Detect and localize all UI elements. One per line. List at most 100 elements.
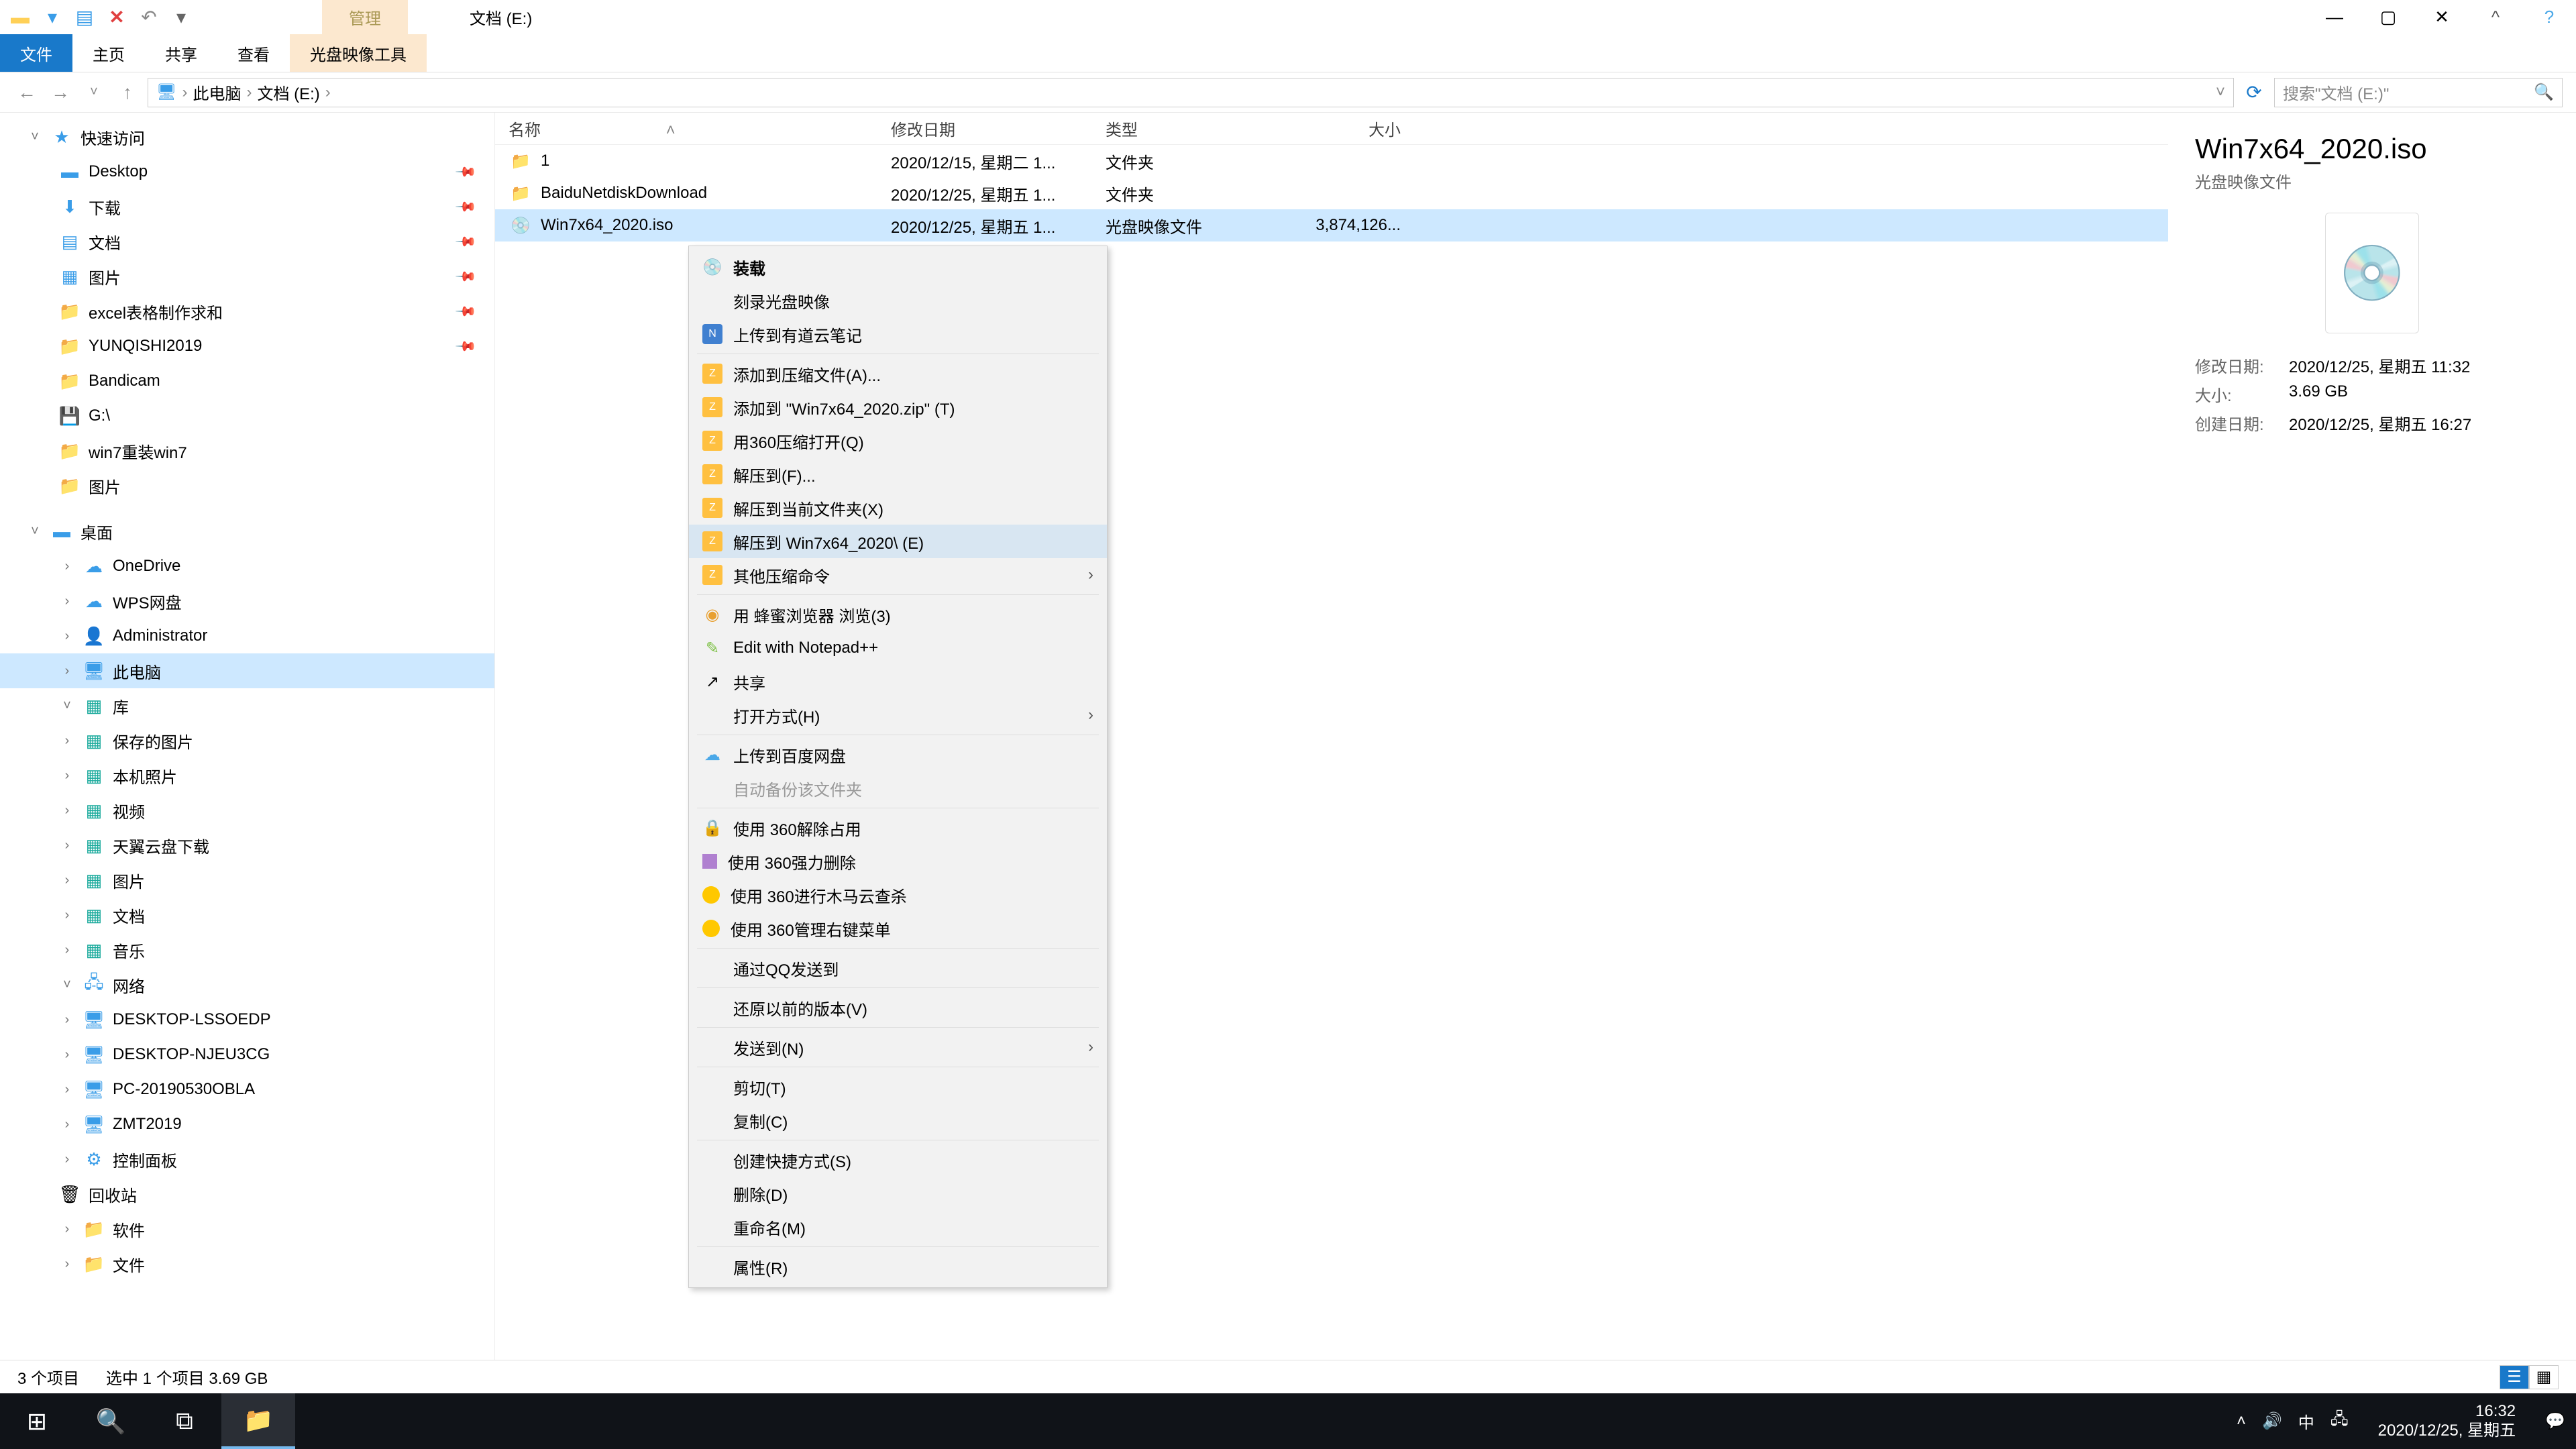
tree-bandicam[interactable]: 📁Bandicam [0,364,494,398]
column-date[interactable]: 修改日期 [891,117,1106,140]
clock[interactable]: 16:32 2020/12/25, 星期五 [2365,1402,2529,1441]
ribbon-tab-share[interactable]: 共享 [145,34,217,72]
menu-open-360zip[interactable]: Z用360压缩打开(Q) [689,424,1107,458]
tree-lib-pics[interactable]: ›▦图片 [0,863,494,898]
tree-win7reinstall[interactable]: 📁win7重装win7 [0,433,494,468]
menu-other-zip[interactable]: Z其他压缩命令› [689,558,1107,592]
tree-excel[interactable]: 📁excel表格制作求和📌 [0,294,494,329]
tree-gdrive[interactable]: 💾G:\ [0,398,494,433]
menu-extract-named[interactable]: Z解压到 Win7x64_2020\ (E) [689,525,1107,558]
tree-onedrive[interactable]: ›☁OneDrive [0,549,494,584]
menu-cut[interactable]: 剪切(T) [689,1070,1107,1104]
tree-pc1[interactable]: ›🖥DESKTOP-LSSOEDP [0,1002,494,1037]
qat-dropdown-icon[interactable]: ▾ [168,4,195,31]
ribbon-tab-home[interactable]: 主页 [72,34,145,72]
menu-shortcut[interactable]: 创建快捷方式(S) [689,1143,1107,1177]
ime-indicator[interactable]: 中 [2298,1409,2314,1433]
tree-desktop2[interactable]: ˅▬桌面 [0,514,494,549]
file-row[interactable]: 📁 1 2020/12/15, 星期二 1... 文件夹 [495,145,2168,177]
tree-videos[interactable]: ›▦视频 [0,793,494,828]
tree-admin[interactable]: ›👤Administrator [0,619,494,653]
chevron-right-icon[interactable]: › [246,83,252,102]
menu-360-trojan[interactable]: 使用 360进行木马云查杀 [689,878,1107,912]
menu-open-with[interactable]: 打开方式(H)› [689,698,1107,732]
tree-libraries[interactable]: ˅▦库 [0,688,494,723]
menu-browser[interactable]: ◉用 蜂蜜浏览器 浏览(3) [689,598,1107,631]
view-details-button[interactable]: ☰ [2500,1365,2529,1389]
recent-dropdown[interactable]: ˅ [80,79,107,106]
tree-recycle[interactable]: 🗑回收站 [0,1177,494,1212]
tree-tianyi[interactable]: ›▦天翼云盘下载 [0,828,494,863]
menu-delete[interactable]: 删除(D) [689,1177,1107,1210]
file-row[interactable]: 📁 BaiduNetdiskDownload 2020/12/25, 星期五 1… [495,177,2168,209]
column-size[interactable]: 大小 [1287,117,1401,140]
menu-baidu[interactable]: ☁上传到百度网盘 [689,738,1107,771]
menu-copy[interactable]: 复制(C) [689,1104,1107,1137]
tree-lib-music[interactable]: ›▦音乐 [0,932,494,967]
qat-delete-icon[interactable]: ✕ [103,4,130,31]
start-button[interactable]: ⊞ [0,1393,74,1449]
menu-360-manage-menu[interactable]: 使用 360管理右键菜单 [689,912,1107,945]
tree-yunqishi[interactable]: 📁YUNQISHI2019📌 [0,329,494,364]
tree-this-pc[interactable]: ›🖥此电脑 [0,653,494,688]
tree-camera-roll[interactable]: ›▦本机照片 [0,758,494,793]
tree-desktop[interactable]: ▬Desktop📌 [0,154,494,189]
tree-lib-docs[interactable]: ›▦文档 [0,898,494,932]
tree-software[interactable]: ›📁软件 [0,1212,494,1246]
menu-youdao[interactable]: N上传到有道云笔记 [689,317,1107,351]
menu-mount[interactable]: 💿装载 [689,250,1107,284]
chevron-right-icon[interactable]: › [325,83,331,102]
menu-notepad[interactable]: ✎Edit with Notepad++ [689,631,1107,665]
ribbon-toggle-icon[interactable]: ^ [2475,4,2516,31]
menu-360-unlock[interactable]: 🔒使用 360解除占用 [689,811,1107,845]
refresh-button[interactable]: ⟳ [2241,79,2267,106]
tree-quick-access[interactable]: ˅★快速访问 [0,119,494,154]
back-button[interactable]: ← [13,79,40,106]
menu-360-force-delete[interactable]: 使用 360强力删除 [689,845,1107,878]
chevron-right-icon[interactable]: › [182,83,187,102]
breadcrumb-drive[interactable]: 文档 (E:) [257,80,319,104]
menu-add-archive[interactable]: Z添加到压缩文件(A)... [689,357,1107,390]
qat-save-icon[interactable]: ▾ [39,4,66,31]
file-row[interactable]: 💿 Win7x64_2020.iso 2020/12/25, 星期五 1... … [495,209,2168,241]
taskbar-explorer[interactable]: 📁 [221,1393,295,1449]
ribbon-tab-view[interactable]: 查看 [217,34,290,72]
tree-saved-pics[interactable]: ›▦保存的图片 [0,723,494,758]
qat-undo-icon[interactable]: ↶ [136,4,162,31]
menu-add-zip[interactable]: Z添加到 "Win7x64_2020.zip" (T) [689,390,1107,424]
column-name[interactable]: 名称 ˄ [508,117,891,140]
tree-pictures[interactable]: ▦图片📌 [0,259,494,294]
menu-burn[interactable]: 刻录光盘映像 [689,284,1107,317]
breadcrumb[interactable]: 🖥 › 此电脑 › 文档 (E:) › ˅ [148,78,2234,107]
ribbon-tab-disc-tools[interactable]: 光盘映像工具 [290,34,427,72]
search-button[interactable]: 🔍 [74,1393,148,1449]
ribbon-tab-file[interactable]: 文件 [0,34,72,72]
tree-pc2[interactable]: ›🖥DESKTOP-NJEU3CG [0,1037,494,1072]
menu-extract-here[interactable]: Z解压到当前文件夹(X) [689,491,1107,525]
breadcrumb-computer[interactable]: 此电脑 [193,80,241,104]
action-center-icon[interactable]: 💬 [2545,1411,2565,1431]
task-view-button[interactable]: ⧉ [148,1393,221,1449]
tree-documents[interactable]: ▤文档📌 [0,224,494,259]
tree-network[interactable]: ˅🖧网络 [0,967,494,1002]
close-button[interactable]: ✕ [2422,4,2462,31]
up-button[interactable]: ↑ [114,79,141,106]
address-dropdown-icon[interactable]: ˅ [2216,83,2225,102]
contextual-tab-manage[interactable]: 管理 [322,0,408,34]
help-icon[interactable]: ? [2529,4,2569,31]
network-icon[interactable]: 🖧 [2330,1407,2349,1435]
tray-chevron-icon[interactable]: ˄ [2237,1412,2246,1431]
tree-control-panel[interactable]: ›⚙控制面板 [0,1142,494,1177]
qat-properties-icon[interactable]: ▤ [71,4,98,31]
volume-icon[interactable]: 🔊 [2262,1411,2282,1431]
menu-properties[interactable]: 属性(R) [689,1250,1107,1283]
forward-button[interactable]: → [47,79,74,106]
view-icons-button[interactable]: ▦ [2529,1365,2559,1389]
menu-restore[interactable]: 还原以前的版本(V) [689,991,1107,1024]
tree-files[interactable]: ›📁文件 [0,1246,494,1281]
minimize-button[interactable]: — [2314,4,2355,31]
tree-pictures2[interactable]: 📁图片 [0,468,494,503]
menu-rename[interactable]: 重命名(M) [689,1210,1107,1244]
tree-downloads[interactable]: ⬇下载📌 [0,189,494,224]
menu-send-to[interactable]: 发送到(N)› [689,1030,1107,1064]
